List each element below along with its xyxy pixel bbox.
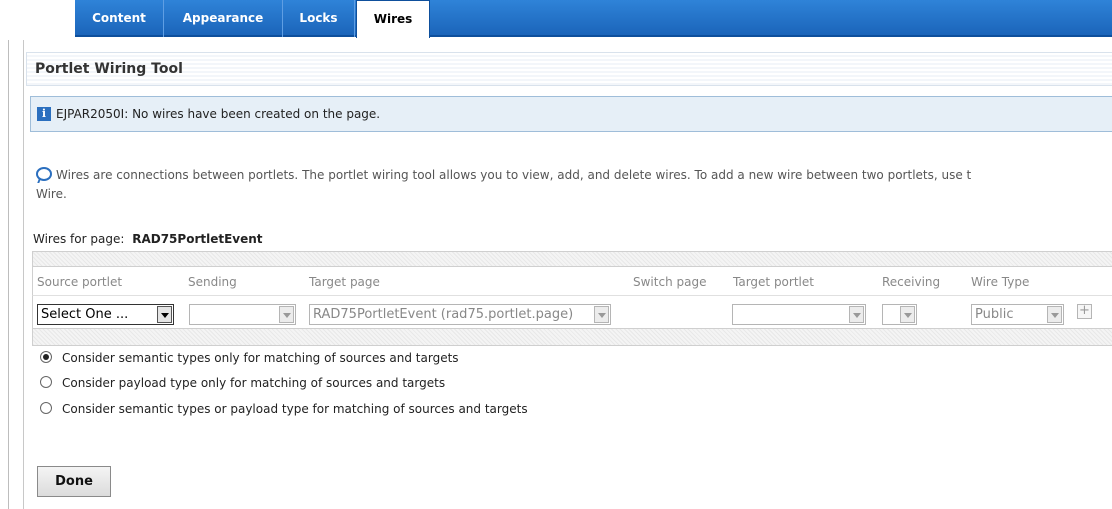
- col-switch-page: Switch page: [633, 275, 707, 289]
- wires-for-label: Wires for page:: [33, 232, 125, 246]
- target-page-value: RAD75PortletEvent (rad75.portlet.page): [313, 307, 574, 322]
- help-text-line2: Wire.: [36, 187, 67, 201]
- portlet-header: Portlet Wiring Tool: [26, 52, 1112, 86]
- chevron-down-icon: [1047, 306, 1062, 323]
- wire-type-select[interactable]: Public: [971, 304, 1064, 325]
- col-target-portlet: Target portlet: [733, 275, 814, 289]
- col-wire-type: Wire Type: [971, 275, 1030, 289]
- option-semantic-only[interactable]: Consider semantic types only for matchin…: [40, 351, 459, 365]
- table-top-bar: [32, 251, 1112, 267]
- help-text-block: Wires are connections between portlets. …: [36, 166, 1112, 204]
- option-label: Consider semantic types or payload type …: [62, 402, 528, 416]
- sending-select[interactable]: [189, 304, 296, 325]
- chevron-down-icon: [157, 306, 172, 323]
- wires-for-page-name: RAD75PortletEvent: [132, 232, 263, 246]
- add-wire-button[interactable]: +: [1077, 304, 1092, 319]
- target-page-select[interactable]: RAD75PortletEvent (rad75.portlet.page): [309, 304, 611, 325]
- source-portlet-select[interactable]: Select One ...: [37, 304, 174, 325]
- chevron-down-icon: [594, 306, 609, 323]
- option-label: Consider payload type only for matching …: [62, 376, 446, 390]
- portlet-title: Portlet Wiring Tool: [35, 61, 183, 77]
- table-row: Select One ... RAD75PortletEvent (rad75.…: [32, 295, 1112, 328]
- chevron-down-icon: [900, 306, 915, 323]
- radio-button[interactable]: [40, 376, 52, 388]
- tab-bar: Content Appearance Locks Wires: [0, 0, 1112, 38]
- tab-content[interactable]: Content: [75, 0, 164, 37]
- tab-wires[interactable]: Wires: [356, 0, 430, 38]
- chevron-down-icon: [849, 306, 864, 323]
- col-target-page: Target page: [309, 275, 380, 289]
- speech-bubble-icon: [36, 167, 52, 181]
- tab-appearance[interactable]: Appearance: [164, 0, 283, 37]
- radio-button[interactable]: [40, 351, 52, 363]
- option-payload-only[interactable]: Consider payload type only for matching …: [40, 376, 445, 390]
- chevron-down-icon: [279, 306, 294, 323]
- target-portlet-select[interactable]: [732, 304, 866, 325]
- option-semantic-or-payload[interactable]: Consider semantic types or payload type …: [40, 402, 528, 416]
- wires-for-page: Wires for page: RAD75PortletEvent: [33, 232, 263, 246]
- source-portlet-value: Select One ...: [41, 307, 129, 322]
- col-receiving: Receiving: [882, 275, 941, 289]
- tab-locks[interactable]: Locks: [283, 0, 355, 37]
- left-divider: [8, 40, 9, 509]
- table-bottom-bar: [32, 328, 1112, 346]
- wire-type-value: Public: [975, 307, 1014, 322]
- info-message-text: EJPAR2050I: No wires have been created o…: [56, 107, 381, 121]
- col-sending: Sending: [188, 275, 237, 289]
- radio-button[interactable]: [40, 402, 52, 414]
- info-icon: i: [37, 107, 51, 121]
- table-header: Source portlet Sending Target page Switc…: [32, 267, 1112, 295]
- help-text: Wires are connections between portlets. …: [56, 168, 972, 182]
- done-button[interactable]: Done: [37, 466, 111, 497]
- option-label: Consider semantic types only for matchin…: [62, 351, 459, 365]
- col-source-portlet: Source portlet: [37, 275, 123, 289]
- receiving-select[interactable]: [882, 304, 917, 325]
- info-message: i EJPAR2050I: No wires have been created…: [30, 96, 1112, 132]
